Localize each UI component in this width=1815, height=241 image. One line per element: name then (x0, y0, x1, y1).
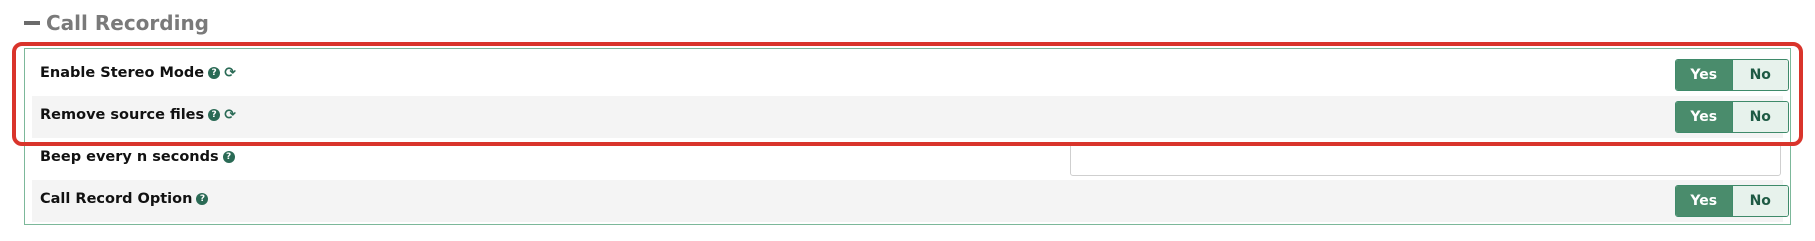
refresh-icon[interactable]: ⟳ (223, 66, 237, 80)
yes-no-toggle: Yes No (1675, 185, 1789, 217)
setting-row-remove-source-files: Remove source files ? ⟳ Yes No (32, 96, 1789, 138)
question-circle-icon[interactable]: ? (222, 151, 235, 163)
setting-row-call-record-option: Call Record Option ? Yes No (32, 180, 1789, 222)
setting-label-group: Beep every n seconds ? (40, 149, 235, 165)
no-button[interactable]: No (1731, 60, 1788, 90)
question-circle-icon[interactable]: ? (208, 109, 221, 121)
question-circle-icon[interactable]: ? (208, 67, 221, 79)
section-title: Call Recording (46, 11, 209, 35)
setting-label: Remove source files (40, 107, 205, 123)
setting-row-enable-stereo-mode: Enable Stereo Mode ? ⟳ Yes No (32, 54, 1789, 96)
yes-no-toggle: Yes No (1675, 101, 1789, 133)
setting-label-group: Call Record Option ? (40, 191, 209, 207)
question-circle-icon[interactable]: ? (196, 193, 209, 205)
beep-interval-input[interactable] (1070, 142, 1781, 176)
yes-button[interactable]: Yes (1676, 60, 1732, 90)
no-button[interactable]: No (1731, 102, 1788, 132)
no-button[interactable]: No (1731, 186, 1788, 216)
section-header[interactable]: Call Recording (24, 8, 209, 38)
yes-no-toggle: Yes No (1675, 59, 1789, 91)
minus-icon[interactable] (24, 21, 40, 25)
refresh-icon[interactable]: ⟳ (223, 108, 237, 122)
yes-button[interactable]: Yes (1676, 186, 1732, 216)
setting-label-group: Remove source files ? ⟳ (40, 107, 237, 123)
yes-button[interactable]: Yes (1676, 102, 1732, 132)
setting-label: Beep every n seconds (40, 149, 219, 165)
setting-label: Call Record Option (40, 191, 193, 207)
settings-panel: Enable Stereo Mode ? ⟳ Yes No Remove sou… (24, 48, 1791, 225)
setting-label-group: Enable Stereo Mode ? ⟳ (40, 65, 237, 81)
setting-label: Enable Stereo Mode (40, 65, 205, 81)
call-recording-screen: Call Recording Enable Stereo Mode ? ⟳ Ye… (0, 0, 1815, 241)
